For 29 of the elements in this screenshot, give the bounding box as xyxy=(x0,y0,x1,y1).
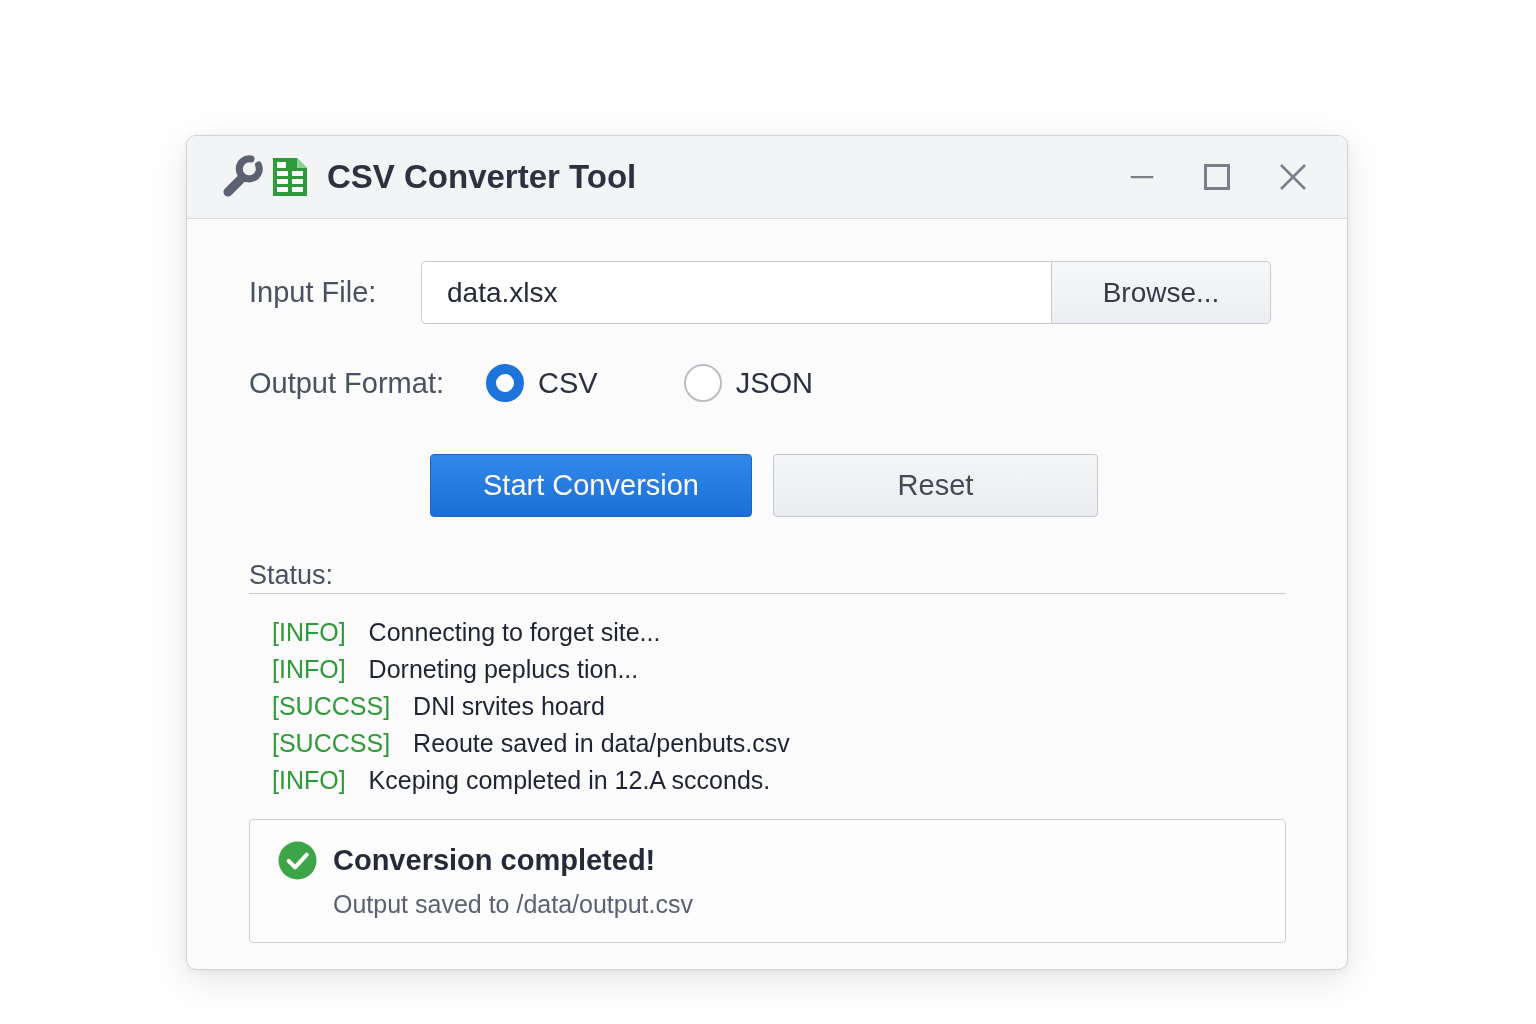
log-message: Reoute saved in data/penbuts.csv xyxy=(413,729,790,758)
browse-button[interactable]: Browse... xyxy=(1052,261,1271,324)
close-icon[interactable] xyxy=(1280,164,1306,190)
window-title: CSV Converter Tool xyxy=(327,158,637,196)
radio-button[interactable] xyxy=(683,364,722,402)
log-tag: [SUCCSS] xyxy=(272,692,391,721)
radio-button[interactable] xyxy=(486,364,524,402)
log-message: Connecting to forget site... xyxy=(368,618,661,647)
spreadsheet-icon xyxy=(272,157,308,197)
log-message: DNl srvites hoard xyxy=(413,692,605,721)
radio-label[interactable]: CSV xyxy=(538,366,598,400)
log-message: Kceping completed in 12.A scconds. xyxy=(368,766,771,795)
check-circle-icon xyxy=(278,840,317,880)
log-tag: [INFO] xyxy=(272,618,346,647)
log-tag: [INFO] xyxy=(272,655,346,684)
status-label: Status: xyxy=(249,560,334,590)
result-detail: Output saved to /data/output.csv xyxy=(332,889,694,920)
result-title: Conversion completed! xyxy=(333,843,656,877)
radio-label[interactable]: JSON xyxy=(735,366,813,400)
output-format-label: Output Format: xyxy=(249,366,444,400)
log-tag: [INFO] xyxy=(272,766,346,795)
start-button[interactable]: Start Conversion xyxy=(430,454,752,517)
log-tag: [SUCCSS] xyxy=(272,729,391,758)
input-file-label: Input File: xyxy=(249,276,378,309)
reset-button[interactable]: Reset xyxy=(773,454,1098,517)
wrench-icon xyxy=(221,155,265,199)
input-field[interactable]: data.xlsx xyxy=(421,261,1052,324)
maximize-icon[interactable] xyxy=(1204,164,1230,190)
log-message: Dorneting peplucs tion... xyxy=(368,655,639,684)
